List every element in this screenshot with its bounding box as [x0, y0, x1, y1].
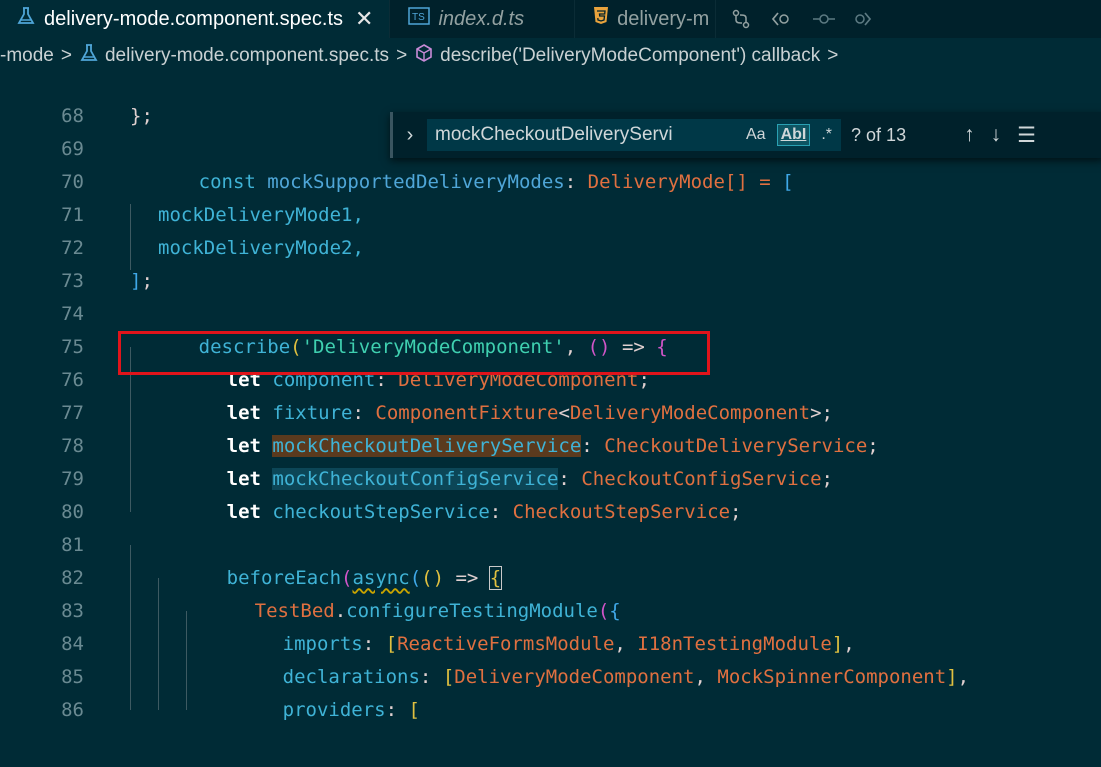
code-token: ; — [867, 434, 879, 457]
code-line: 71 mockDeliveryMode1, — [0, 198, 1101, 237]
find-widget: › mockCheckoutDeliveryServi Aa AbI .* ? … — [390, 112, 1101, 158]
breadcrumb-separator: > — [60, 45, 72, 66]
code-token: DeliveryMode — [587, 170, 725, 193]
code-token: const — [198, 170, 256, 193]
code-token: [ — [442, 665, 455, 688]
commit-icon[interactable] — [812, 9, 836, 29]
breadcrumb: -mode > delivery-mode.component.spec.ts … — [0, 38, 1101, 74]
next-change-icon[interactable] — [854, 9, 872, 29]
previous-match-icon[interactable]: ↑ — [964, 123, 975, 148]
code-token: ; — [821, 467, 833, 490]
tab-label: index.d.ts — [438, 7, 525, 30]
line-number: 82 — [61, 566, 84, 589]
editor-tab-bar: delivery-mode.component.spec.ts ✕ TS ind… — [0, 0, 1101, 38]
tab-delivery-mode-spec[interactable]: delivery-mode.component.spec.ts ✕ — [0, 0, 391, 38]
code-token: ] — [130, 269, 142, 292]
line-number: 75 — [61, 335, 84, 358]
match-case-toggle[interactable]: Aa — [743, 125, 769, 145]
line-number: 86 — [61, 698, 84, 721]
line-number: 84 — [61, 632, 84, 655]
code-token: [ — [782, 170, 794, 193]
find-in-selection-icon[interactable]: ☰ — [1017, 123, 1036, 148]
line-number: 70 — [61, 170, 84, 193]
tab-delivery-mode-html[interactable]: delivery-m — [575, 0, 717, 38]
html5-icon — [593, 6, 609, 32]
code-token: checkoutStepService — [272, 500, 490, 523]
line-number: 85 — [61, 665, 84, 688]
breadcrumb-folder[interactable]: -mode — [0, 45, 54, 67]
code-token: mockDeliveryMode2, — [158, 236, 364, 259]
toggle-replace-chevron-icon[interactable]: › — [393, 124, 427, 147]
line-number: 74 — [61, 302, 84, 325]
code-token: ; — [730, 500, 742, 523]
code-token: { — [656, 335, 668, 358]
code-token: providers — [282, 698, 386, 721]
line-number: 78 — [61, 434, 84, 457]
line-number: 71 — [61, 203, 84, 226]
breadcrumb-symbol-label: describe('DeliveryModeComponent') callba… — [440, 45, 821, 66]
breadcrumb-separator: > — [396, 45, 408, 66]
tab-index-d-ts[interactable]: TS index.d.ts — [390, 0, 576, 38]
code-line: 72 mockDeliveryMode2, — [0, 231, 1101, 270]
line-number: 83 — [61, 599, 84, 622]
tab-label: delivery-mode.component.spec.ts — [44, 7, 344, 30]
code-token: , — [694, 665, 718, 688]
line-number: 68 — [61, 104, 84, 127]
code-token: [ — [408, 698, 420, 721]
code-token: [] — [724, 170, 748, 193]
code-token: }; — [130, 104, 153, 127]
code-token: , — [957, 665, 970, 688]
code-token: : — [385, 698, 409, 721]
line-number: 79 — [61, 467, 84, 490]
match-whole-word-toggle[interactable]: AbI — [776, 124, 811, 146]
breadcrumb-file-label: delivery-mode.component.spec.ts — [104, 45, 390, 66]
svg-text:TS: TS — [412, 12, 425, 23]
flask-icon — [16, 6, 36, 32]
code-token: ; — [141, 269, 153, 292]
code-line: 70 const mockSupportedDeliveryModes: Del… — [0, 165, 1101, 198]
find-input-container[interactable]: mockCheckoutDeliveryServi Aa AbI .* — [427, 119, 842, 151]
line-number: 80 — [61, 500, 84, 523]
code-token: mockDeliveryMode1, — [158, 203, 364, 226]
line-number: 77 — [61, 401, 84, 424]
code-editor[interactable]: 68 }; 69 70 const mockSupportedDeliveryM… — [0, 105, 1101, 767]
breadcrumb-separator: > — [827, 45, 839, 66]
flask-icon — [79, 43, 99, 69]
open-changes-icon[interactable] — [730, 8, 752, 30]
code-line: 80 let checkoutStepService: CheckoutStep… — [0, 478, 1101, 528]
find-input[interactable]: mockCheckoutDeliveryServi — [435, 124, 735, 146]
ts-file-icon: TS — [408, 7, 431, 31]
close-icon[interactable]: ✕ — [355, 6, 373, 32]
line-number: 76 — [61, 368, 84, 391]
code-token: = — [747, 170, 783, 193]
line-number: 73 — [61, 269, 84, 292]
line-number: 81 — [61, 533, 84, 556]
use-regex-toggle[interactable]: .* — [818, 125, 835, 145]
code-line: 86 providers: [ — [0, 676, 1101, 726]
editor-actions — [716, 0, 872, 38]
cube-icon — [414, 43, 434, 69]
next-match-icon[interactable]: ↓ — [991, 123, 1002, 148]
code-token: : — [419, 665, 443, 688]
code-token: ] — [946, 665, 958, 688]
line-number: 72 — [61, 236, 84, 259]
match-count: ? of 13 — [851, 124, 907, 145]
code-token: mockSupportedDeliveryModes — [267, 170, 565, 193]
code-token: MockSpinnerComponent — [717, 665, 947, 688]
code-token: DeliveryModeComponent — [454, 665, 695, 688]
tab-label: delivery-m — [617, 7, 710, 30]
code-token: : — [564, 170, 577, 193]
code-token: : — [489, 500, 502, 523]
line-number: 69 — [61, 137, 84, 160]
code-token: CheckoutStepService — [512, 500, 731, 523]
previous-change-icon[interactable] — [770, 9, 794, 29]
breadcrumb-symbol[interactable]: describe('DeliveryModeComponent') callba… — [414, 43, 820, 69]
code-line: 73 ]; — [0, 264, 1101, 297]
code-token: let — [226, 500, 261, 523]
breadcrumb-file[interactable]: delivery-mode.component.spec.ts — [79, 43, 389, 69]
